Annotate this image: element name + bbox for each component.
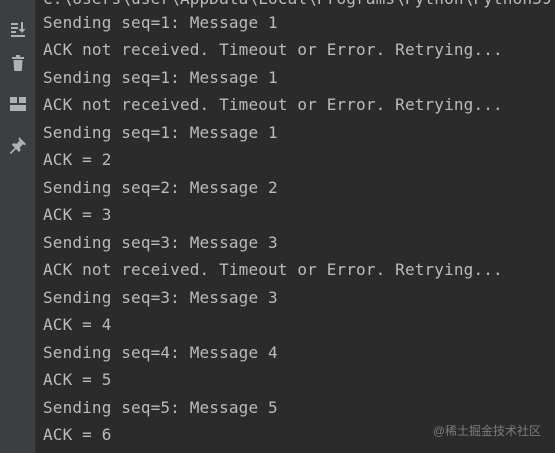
console-line: Sending seq=4: Message 4 xyxy=(43,343,278,362)
watermark: @稀土掘金技术社区 xyxy=(432,424,541,438)
run-console-window: C:\Users\user\AppData\Local\Programs\Pyt… xyxy=(0,0,555,453)
console-line: ACK = 5 xyxy=(43,370,112,389)
trash-icon[interactable] xyxy=(7,52,29,74)
console-line: Sending seq=1: Message 1 xyxy=(43,123,278,142)
console-line: Sending seq=1: Message 1 xyxy=(43,68,278,87)
console-line: Sending seq=3: Message 3 xyxy=(43,233,278,252)
layout-icon[interactable] xyxy=(7,93,29,115)
console-line: Sending seq=3: Message 3 xyxy=(43,288,278,307)
console-line: ACK = 3 xyxy=(43,205,112,224)
scroll-to-end-icon[interactable] xyxy=(7,18,29,40)
console-line: ACK = 2 xyxy=(43,150,112,169)
pin-icon[interactable] xyxy=(7,134,29,156)
console-line: ACK not received. Timeout or Error. Retr… xyxy=(43,40,503,59)
console-output[interactable]: C:\Users\user\AppData\Local\Programs\Pyt… xyxy=(36,0,555,453)
console-line: ACK not received. Timeout or Error. Retr… xyxy=(43,95,503,114)
console-toolbar xyxy=(0,0,36,453)
console-line: ACK = 6 xyxy=(43,425,112,444)
console-line: ACK not received. Timeout or Error. Retr… xyxy=(43,260,503,279)
console-line: Sending seq=5: Message 5 xyxy=(43,398,278,417)
console-path-line: C:\Users\user\AppData\Local\Programs\Pyt… xyxy=(43,0,555,10)
console-line: Sending seq=2: Message 2 xyxy=(43,178,278,197)
console-line: ACK = 4 xyxy=(43,315,112,334)
console-line: Sending seq=1: Message 1 xyxy=(43,13,278,32)
